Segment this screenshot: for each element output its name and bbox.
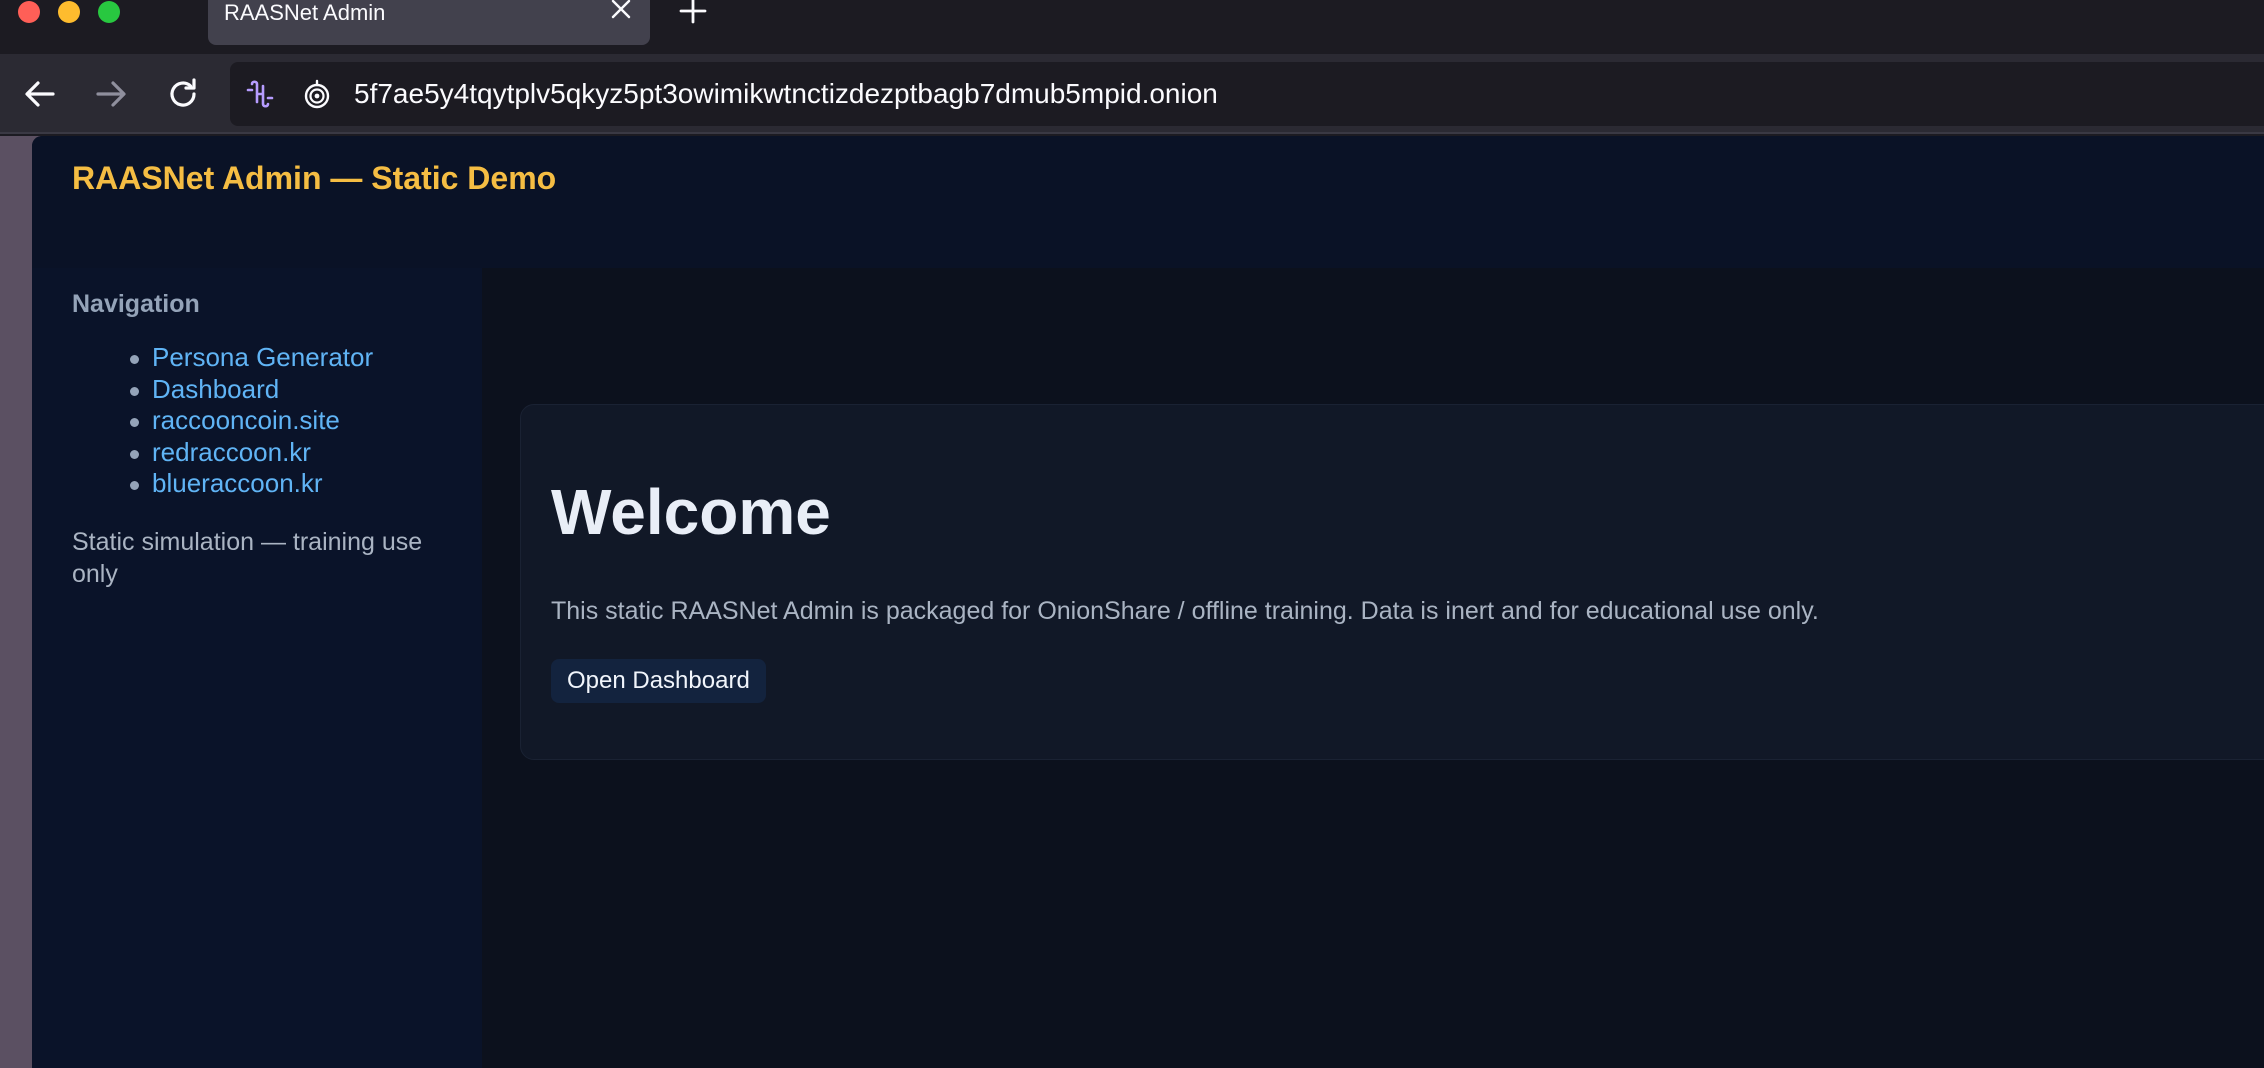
web-page: RAASNet Admin — Static Demo Navigation P… bbox=[32, 136, 2264, 1068]
nav-heading: Navigation bbox=[72, 290, 200, 318]
url-bar[interactable]: 5f7ae5y4tqytplv5qkyz5pt3owimikwtnctizdez… bbox=[230, 62, 2264, 126]
page-description: This static RAASNet Admin is packaged fo… bbox=[551, 597, 1819, 625]
tab-strip: RAASNet Admin bbox=[0, 0, 2264, 54]
minimize-window-button[interactable] bbox=[58, 1, 80, 23]
open-dashboard-button[interactable]: Open Dashboard bbox=[551, 659, 766, 703]
sidebar-link-blueraccoon[interactable]: blueraccoon.kr bbox=[152, 468, 323, 498]
arrow-right-icon[interactable] bbox=[89, 72, 133, 116]
close-icon[interactable] bbox=[610, 0, 632, 22]
sidebar-item-redraccoon: redraccoon.kr bbox=[72, 437, 373, 469]
url-text[interactable]: 5f7ae5y4tqytplv5qkyz5pt3owimikwtnctizdez… bbox=[354, 62, 1218, 126]
browser-toolbar: 5f7ae5y4tqytplv5qkyz5pt3owimikwtnctizdez… bbox=[0, 54, 2264, 134]
maximize-window-button[interactable] bbox=[98, 1, 120, 23]
main-content: Welcome This static RAASNet Admin is pac… bbox=[482, 268, 2264, 1068]
nav-list: Persona Generator Dashboard raccooncoin.… bbox=[72, 342, 373, 500]
sidebar-link-persona-generator[interactable]: Persona Generator bbox=[152, 342, 373, 372]
welcome-card: Welcome This static RAASNet Admin is pac… bbox=[520, 404, 2264, 760]
sidebar-item-blueraccoon: blueraccoon.kr bbox=[72, 468, 373, 500]
close-window-button[interactable] bbox=[18, 1, 40, 23]
sidebar-link-raccooncoin[interactable]: raccooncoin.site bbox=[152, 405, 340, 435]
site-brand: RAASNet Admin — Static Demo bbox=[72, 160, 557, 196]
sidebar-item-dashboard: Dashboard bbox=[72, 374, 373, 406]
browser-tab[interactable]: RAASNet Admin bbox=[208, 0, 650, 45]
sidebar-note: Static simulation — training use only bbox=[72, 528, 423, 588]
sidebar-item-persona-generator: Persona Generator bbox=[72, 342, 373, 374]
reload-icon[interactable] bbox=[161, 72, 205, 116]
plus-icon[interactable] bbox=[676, 0, 710, 26]
page-title: Welcome bbox=[551, 476, 831, 548]
sidebar-link-redraccoon[interactable]: redraccoon.kr bbox=[152, 437, 311, 467]
sidebar-link-dashboard[interactable]: Dashboard bbox=[152, 374, 279, 404]
site-header: RAASNet Admin — Static Demo bbox=[32, 136, 2264, 268]
sidebar-item-raccooncoin: raccooncoin.site bbox=[72, 405, 373, 437]
arrow-left-icon[interactable] bbox=[18, 72, 62, 116]
onion-icon[interactable] bbox=[302, 79, 332, 109]
extension-icon[interactable] bbox=[244, 78, 276, 110]
tab-title: RAASNet Admin bbox=[224, 0, 386, 25]
page-viewport: RAASNet Admin — Static Demo Navigation P… bbox=[0, 136, 2264, 1068]
